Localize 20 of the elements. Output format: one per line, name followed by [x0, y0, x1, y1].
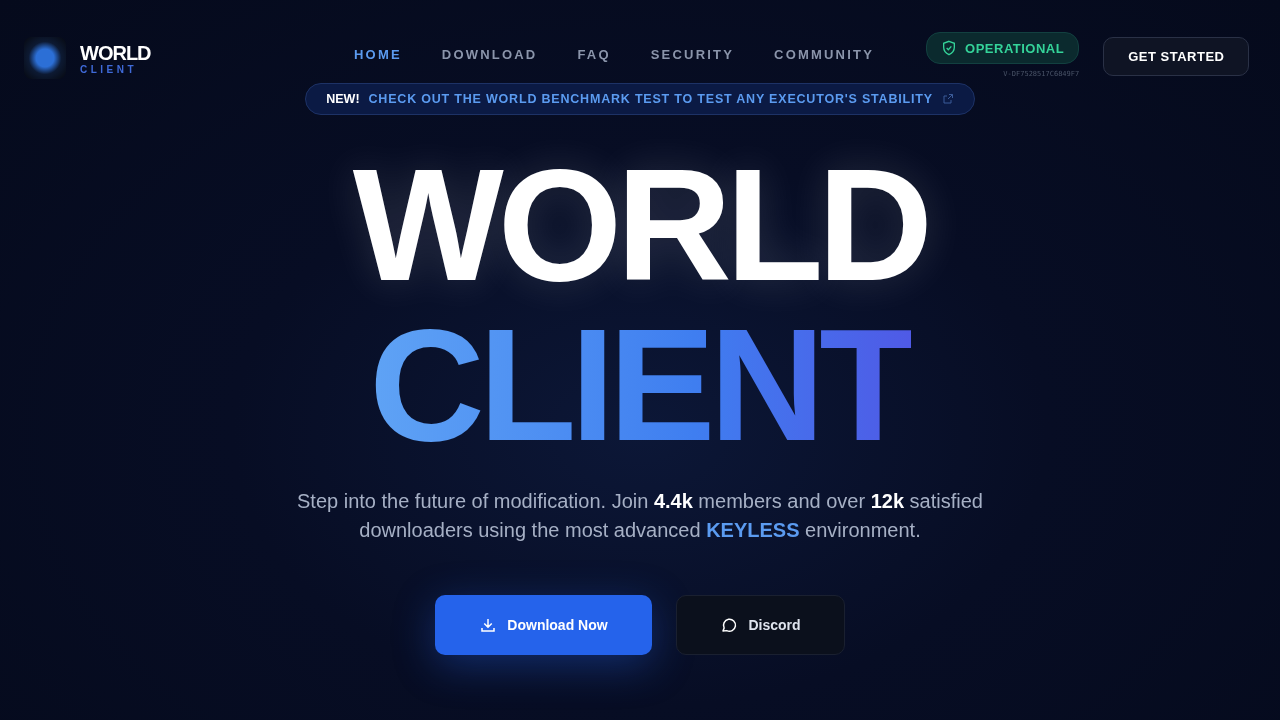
- announcement-link[interactable]: CHECK OUT THE WORLD BENCHMARK TEST TO TEST ANY EXECUTOR'S STABILITY: [368, 92, 933, 106]
- new-label: NEW!: [326, 92, 360, 106]
- external-link-icon: [941, 93, 954, 105]
- nav-link[interactable]: SECURITY: [650, 47, 735, 62]
- nav-link[interactable]: FAQ: [577, 47, 611, 62]
- shield-check-icon: [941, 40, 958, 56]
- status-badge: OPERATIONAL: [926, 32, 1080, 64]
- get-started-button[interactable]: GET STARTED: [1103, 37, 1250, 76]
- discord-button[interactable]: Discord: [676, 595, 845, 655]
- brand-name: WORLD: [80, 41, 151, 64]
- brand-subtitle: CLIENT: [80, 63, 139, 75]
- nav-link[interactable]: COMMUNITY: [774, 47, 875, 62]
- nav-link[interactable]: HOME: [354, 47, 402, 62]
- hero-description: Step into the future of modification. Join 4.4k members and over 12k satisfied downloaders using the most advanced KEYLESS environment.: [296, 489, 984, 543]
- download-icon: [479, 616, 498, 634]
- download-button[interactable]: Download Now: [435, 595, 652, 655]
- announcement-banner[interactable]: NEW! CHECK OUT THE WORLD BENCHMARK TEST TO TEST ANY EXECUTOR'S STABILITY: [305, 83, 975, 115]
- hero-title: WORLD: [352, 145, 928, 305]
- chat-bubble-icon: [720, 616, 739, 634]
- nav-link[interactable]: DOWNLOAD: [441, 47, 538, 62]
